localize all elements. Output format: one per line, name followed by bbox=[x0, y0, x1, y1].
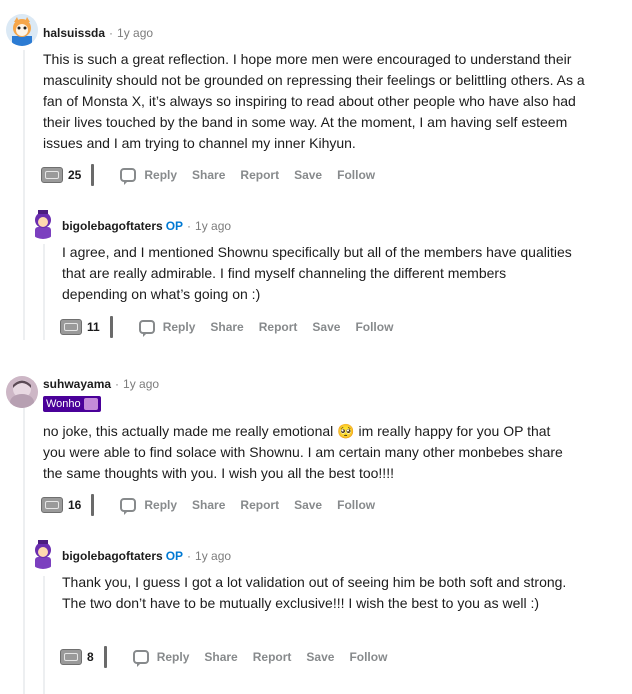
share-button[interactable]: Share bbox=[192, 498, 225, 512]
comment-body: no joke, this actually made me really em… bbox=[43, 421, 563, 484]
comment-body-part1: no joke, this actually made me really em… bbox=[43, 423, 334, 439]
share-button[interactable]: Share bbox=[192, 168, 225, 182]
thread-line[interactable] bbox=[43, 244, 45, 340]
separator: · bbox=[109, 26, 114, 40]
save-button[interactable]: Save bbox=[294, 498, 322, 512]
comment-body: I agree, and I mentioned Shownu specific… bbox=[62, 244, 572, 302]
timestamp[interactable]: 1y ago bbox=[123, 377, 159, 391]
comment-icon bbox=[120, 498, 137, 515]
report-button[interactable]: Report bbox=[240, 498, 279, 512]
avatar[interactable] bbox=[6, 14, 38, 46]
comment-actions: 16 Reply Share Report Save Follow bbox=[41, 493, 375, 517]
save-button[interactable]: Save bbox=[306, 650, 334, 664]
vote-count: 11 bbox=[87, 320, 100, 334]
thread-line[interactable] bbox=[43, 576, 45, 694]
op-badge: OP bbox=[165, 219, 184, 233]
timestamp[interactable]: 1y ago bbox=[195, 219, 231, 233]
timestamp[interactable]: 1y ago bbox=[117, 26, 153, 40]
thread-line[interactable] bbox=[23, 408, 25, 694]
follow-button[interactable]: Follow bbox=[355, 320, 393, 334]
vote-count: 8 bbox=[87, 650, 94, 664]
reply-label: Reply bbox=[162, 320, 196, 334]
save-button[interactable]: Save bbox=[294, 168, 322, 182]
downvote-icon[interactable] bbox=[109, 316, 113, 338]
author-name[interactable]: bigolebagoftaters bbox=[62, 549, 163, 563]
comment-icon bbox=[138, 320, 155, 337]
reply-label: Reply bbox=[156, 650, 190, 664]
vote-count: 16 bbox=[68, 498, 82, 512]
comment-icon bbox=[120, 168, 137, 185]
separator: · bbox=[187, 549, 192, 563]
reply-label: Reply bbox=[144, 498, 178, 512]
comment-author: bigolebagoftaters OP · 1y ago bbox=[62, 549, 231, 563]
comment-body: This is such a great reflection. I hope … bbox=[43, 51, 585, 151]
upvote-icon[interactable] bbox=[41, 497, 63, 513]
user-flair: Wonho bbox=[43, 396, 101, 412]
comment-actions: 11 Reply Share Report Save Follow bbox=[60, 315, 393, 339]
author-name[interactable]: suhwayama bbox=[43, 377, 111, 391]
share-button[interactable]: Share bbox=[204, 650, 237, 664]
reply-button[interactable]: Reply bbox=[132, 650, 190, 667]
comment-body: Thank you, I guess I got a lot validatio… bbox=[62, 574, 567, 611]
thread-line[interactable] bbox=[23, 50, 25, 340]
author-name[interactable]: bigolebagoftaters bbox=[62, 219, 163, 233]
avatar[interactable] bbox=[27, 207, 59, 239]
reply-label: Reply bbox=[144, 168, 178, 182]
comment-author: suhwayama · 1y ago bbox=[43, 377, 159, 391]
follow-button[interactable]: Follow bbox=[337, 168, 375, 182]
author-name[interactable]: halsuissda bbox=[43, 26, 105, 40]
report-button[interactable]: Report bbox=[253, 650, 292, 664]
separator: · bbox=[115, 377, 120, 391]
save-button[interactable]: Save bbox=[312, 320, 340, 334]
vote-count: 25 bbox=[68, 168, 82, 182]
downvote-icon[interactable] bbox=[91, 164, 95, 186]
separator: · bbox=[187, 219, 192, 233]
follow-button[interactable]: Follow bbox=[349, 650, 387, 664]
upvote-icon[interactable] bbox=[41, 167, 63, 183]
report-button[interactable]: Report bbox=[240, 168, 279, 182]
upvote-icon[interactable] bbox=[60, 319, 82, 335]
timestamp[interactable]: 1y ago bbox=[195, 549, 231, 563]
comment-actions: 25 Reply Share Report Save Follow bbox=[41, 163, 375, 187]
reply-button[interactable]: Reply bbox=[120, 498, 178, 515]
downvote-icon[interactable] bbox=[103, 646, 107, 668]
comment-author: halsuissda · 1y ago bbox=[43, 26, 153, 40]
comment-icon bbox=[132, 650, 149, 667]
report-button[interactable]: Report bbox=[259, 320, 298, 334]
upvote-icon[interactable] bbox=[60, 649, 82, 665]
follow-button[interactable]: Follow bbox=[337, 498, 375, 512]
comment-actions: 8 Reply Share Report Save Follow bbox=[60, 645, 387, 669]
reply-button[interactable]: Reply bbox=[138, 320, 196, 337]
avatar[interactable] bbox=[6, 376, 38, 408]
reply-button[interactable]: Reply bbox=[120, 168, 178, 185]
op-badge: OP bbox=[165, 549, 184, 563]
downvote-icon[interactable] bbox=[91, 494, 95, 516]
share-button[interactable]: Share bbox=[210, 320, 243, 334]
flair-emoji-icon bbox=[83, 398, 98, 410]
pleading-face-icon: 🥺 bbox=[337, 423, 355, 439]
flair-text: Wonho bbox=[46, 398, 81, 410]
avatar[interactable] bbox=[27, 537, 59, 569]
comment-author: bigolebagoftaters OP · 1y ago bbox=[62, 219, 231, 233]
